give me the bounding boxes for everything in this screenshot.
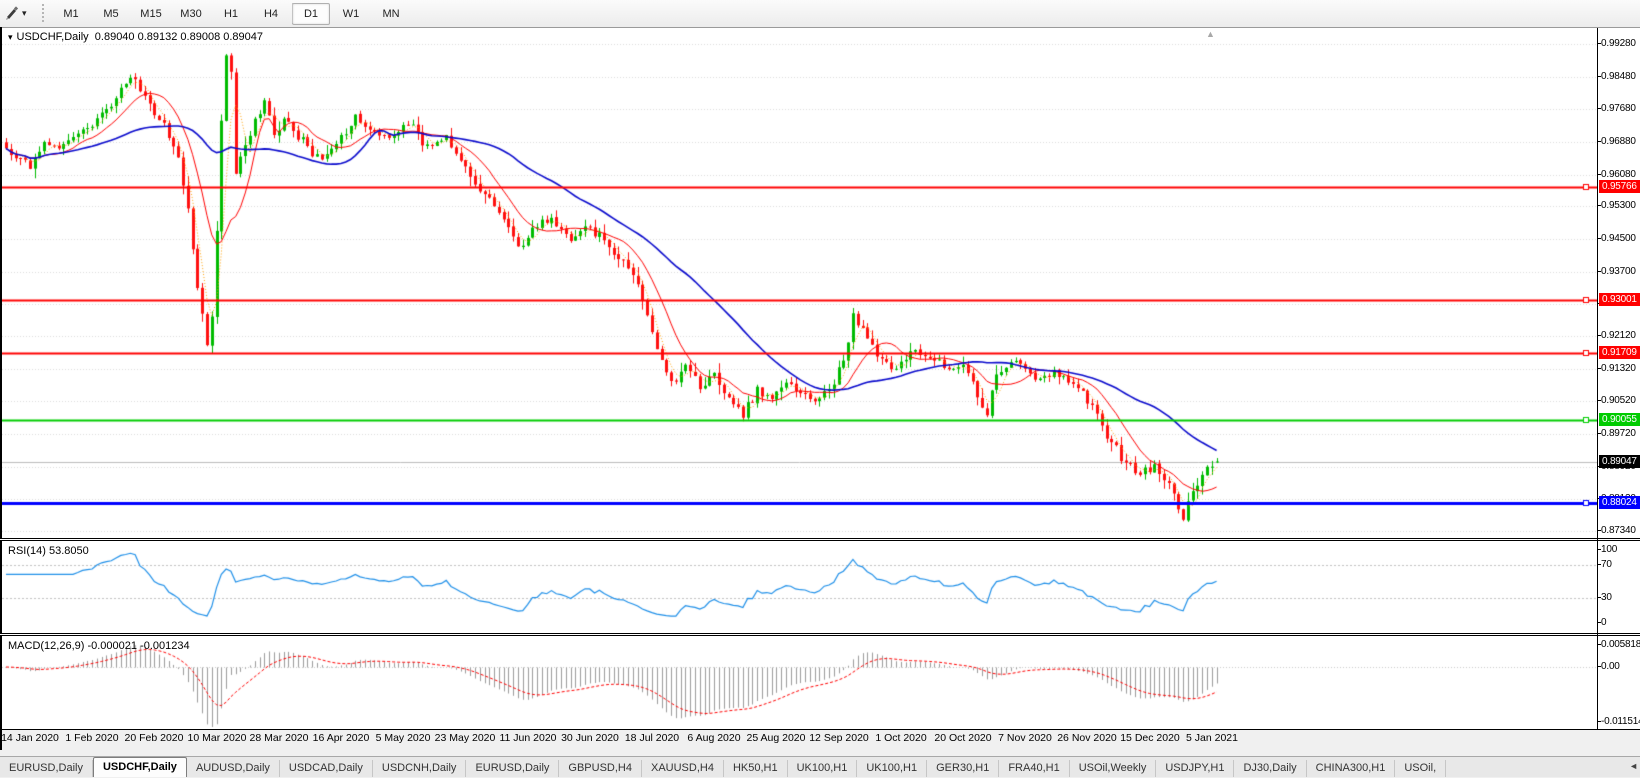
axis-tick-mark: [1597, 271, 1601, 272]
rsi-scale-label: 0: [1601, 617, 1607, 628]
symbol-tab-fra40-h1[interactable]: FRA40,H1: [999, 760, 1070, 777]
level-price-label[interactable]: 0.93001: [1599, 293, 1640, 306]
axis-tick-mark: [1597, 597, 1601, 598]
timeframe-button-d1[interactable]: D1: [292, 3, 330, 25]
axis-tick-mark: [1597, 622, 1601, 623]
rsi-indicator-label: RSI(14) 53.8050: [8, 545, 89, 557]
axis-tick-mark: [1597, 368, 1601, 369]
symbol-tab-eurusd-daily[interactable]: EURUSD,Daily: [466, 760, 560, 777]
symbol-tab-usoil-[interactable]: USOil,: [1395, 760, 1447, 777]
level-price-label[interactable]: 0.88024: [1599, 496, 1640, 509]
symbol-tab-audusd-daily[interactable]: AUDUSD,Daily: [187, 760, 280, 777]
axis-tick-mark: [1597, 76, 1601, 77]
timeframe-button-mn[interactable]: MN: [372, 3, 410, 25]
price-tick-label: 0.94500: [1601, 233, 1636, 244]
symbol-tab-usdjpy-h1[interactable]: USDJPY,H1: [1156, 760, 1235, 777]
symbol-tab-usoil-weekly[interactable]: USOil,Weekly: [1070, 760, 1157, 777]
timeframe-button-w1[interactable]: W1: [332, 3, 370, 25]
symbol-tab-eurusd-daily[interactable]: EURUSD,Daily: [0, 760, 93, 777]
symbol-tab-dj30-daily[interactable]: DJ30,Daily: [1234, 760, 1307, 777]
timeframe-button-m5[interactable]: M5: [92, 3, 130, 25]
symbol-tab-usdcnh-daily[interactable]: USDCNH,Daily: [373, 760, 467, 777]
macd-indicator-label: MACD(12,26,9) -0.000021 -0.001234: [8, 640, 190, 652]
timeframe-button-h4[interactable]: H4: [252, 3, 290, 25]
price-tick-label: 0.97680: [1601, 103, 1636, 114]
axis-tick-mark: [1597, 644, 1601, 645]
symbol-tab-uk100-h1[interactable]: UK100,H1: [857, 760, 928, 777]
toolbar-separator: [292, 3, 293, 23]
axis-tick-mark: [1597, 238, 1601, 239]
axis-tick-mark: [1597, 666, 1601, 667]
toolbar: ▾ M1 M5 M15 M30 H1 H4 D1 W1 MN: [0, 0, 1640, 28]
timeframe-button-m1[interactable]: M1: [52, 3, 90, 25]
axis-tick-mark: [1597, 433, 1601, 434]
symbol-tab-bar: EURUSD,Daily USDCHF,Daily AUDUSD,Daily USDC…: [0, 756, 1640, 777]
price-tick-label: 0.99280: [1601, 38, 1636, 49]
rsi-scale-label: 30: [1601, 592, 1612, 603]
rsi-scale-label: 100: [1601, 544, 1618, 555]
axis-tick-mark: [1597, 549, 1601, 550]
price-tick-label: 0.89720: [1601, 428, 1636, 439]
symbol-dropdown-caret[interactable]: ▾: [8, 32, 13, 42]
price-tick-label: 0.87340: [1601, 525, 1636, 536]
symbol-tab-usdchf-daily[interactable]: USDCHF,Daily: [92, 757, 187, 777]
chart-bottom-border: [0, 729, 1640, 730]
axis-tick-mark: [1597, 108, 1601, 109]
timeframe-button-m15[interactable]: M15: [132, 3, 170, 25]
trading-terminal-window: ▾ M1 M5 M15 M30 H1 H4 D1 W1 MN ▾ USDCHF,Daily 0.8…: [0, 0, 1640, 778]
symbol-tab-xauusd-h4[interactable]: XAUUSD,H4: [642, 760, 724, 777]
level-price-label[interactable]: 0.90055: [1599, 413, 1640, 426]
axis-tick-mark: [1597, 174, 1601, 175]
axis-tick-mark: [1597, 721, 1601, 722]
macd-scale-label: 0.00: [1601, 661, 1620, 672]
pen-tool-icon: [6, 6, 19, 20]
chart-ohlc-values: 0.89040 0.89132 0.89008 0.89047: [94, 31, 263, 43]
price-axis-border: [1597, 28, 1598, 729]
toolbar-grip[interactable]: [42, 4, 47, 22]
symbol-tab-ger30-h1[interactable]: GER30,H1: [927, 760, 1000, 777]
chart-tools-button[interactable]: ▾: [3, 3, 41, 23]
chart-shift-marker[interactable]: ▲: [1206, 29, 1215, 39]
symbol-tab-gbpusd-h4[interactable]: GBPUSD,H4: [559, 760, 642, 777]
symbol-tab-china300-h1[interactable]: CHINA300,H1: [1307, 760, 1396, 777]
axis-tick-mark: [1597, 43, 1601, 44]
price-tick-label: 0.93700: [1601, 266, 1636, 277]
level-price-label[interactable]: 0.95766: [1599, 180, 1640, 193]
axis-tick-mark: [1597, 564, 1601, 565]
current-price-label: 0.89047: [1599, 455, 1640, 468]
macd-scale-label: 0.005818: [1601, 639, 1640, 650]
main-chart-canvas[interactable]: [2, 28, 1597, 538]
price-tick-label: 0.91320: [1601, 363, 1636, 374]
symbol-tab-uk100-h1[interactable]: UK100,H1: [788, 760, 858, 777]
axis-tick-mark: [1597, 400, 1601, 401]
timeframe-button-h1[interactable]: H1: [212, 3, 250, 25]
axis-tick-mark: [1597, 141, 1601, 142]
timeframe-toolbar: M1 M5 M15 M30 H1 H4 D1 W1 MN: [52, 3, 410, 25]
macd-pane-canvas[interactable]: [2, 636, 1597, 729]
timeframe-button-m30[interactable]: M30: [172, 3, 210, 25]
axis-tick-mark: [1597, 530, 1601, 531]
price-tick-label: 0.92120: [1601, 330, 1636, 341]
tab-scroll-left-arrow[interactable]: ◄: [1629, 761, 1638, 771]
price-tick-label: 0.95300: [1601, 200, 1636, 211]
date-tick-label: 5 Jan 2021: [1186, 732, 1238, 744]
symbol-tab-hk50-h1[interactable]: HK50,H1: [724, 760, 788, 777]
price-tick-label: 0.90520: [1601, 395, 1636, 406]
macd-scale-label: -0.011514: [1601, 716, 1640, 727]
chart-title: ▾ USDCHF,Daily 0.89040 0.89132 0.89008 0.…: [8, 31, 263, 43]
symbol-tab-usdcad-daily[interactable]: USDCAD,Daily: [280, 760, 373, 777]
price-tick-label: 0.98480: [1601, 71, 1636, 82]
price-tick-label: 0.96880: [1601, 136, 1636, 147]
chevron-down-icon: ▾: [22, 8, 27, 18]
rsi-pane-canvas[interactable]: [2, 541, 1597, 633]
chart-symbol-label: USDCHF,Daily: [16, 31, 89, 43]
axis-tick-mark: [1597, 335, 1601, 336]
level-price-label[interactable]: 0.91709: [1599, 346, 1640, 359]
rsi-scale-label: 70: [1601, 559, 1612, 570]
axis-tick-mark: [1597, 205, 1601, 206]
